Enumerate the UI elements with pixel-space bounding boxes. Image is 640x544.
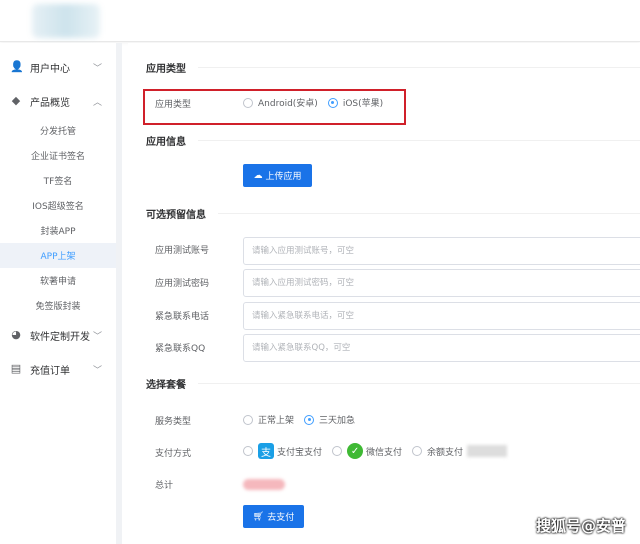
radio-circle: [243, 446, 253, 456]
section-title: 选择套餐: [146, 376, 640, 391]
cloud-upload-icon: ☁: [253, 170, 263, 181]
sub-item[interactable]: 企业证书签名: [0, 143, 116, 168]
app-type-label: 应用类型: [155, 100, 192, 110]
watermark: 搜狐号@安普: [535, 517, 626, 535]
upload-app-button[interactable]: ☁ 上传应用: [243, 164, 312, 187]
test-account-input[interactable]: [243, 237, 640, 265]
blurred-balance: [467, 445, 508, 457]
menu-label: 产品概览: [30, 97, 70, 109]
field-label: 紧急联系电话: [155, 312, 210, 322]
blurred-total: [243, 479, 285, 490]
test-password-input[interactable]: [243, 269, 640, 297]
menu-label: 充值订单: [30, 365, 70, 377]
radio-circle: [412, 446, 423, 456]
radio-circle-checked: [327, 97, 338, 108]
section-title: 应用信息: [146, 133, 640, 148]
radio-circle: [243, 414, 253, 425]
radio-ios[interactable]: iOS(苹果): [327, 96, 384, 109]
chevron-up-icon: ︿: [92, 97, 102, 108]
top-header: [0, 0, 640, 42]
service-type-label: 服务类型: [155, 417, 192, 427]
sub-item[interactable]: 免签版封装: [0, 293, 116, 318]
radio-circle-checked: [304, 414, 315, 425]
radio-wechat[interactable]: ✓ 微信支付: [332, 443, 402, 459]
emergency-qq-input[interactable]: [243, 334, 640, 362]
sub-item[interactable]: TF签名: [0, 168, 116, 193]
menu-product-overview[interactable]: ◆ 产品概览 ︿: [0, 84, 116, 118]
chevron-down-icon: ﹀: [92, 365, 102, 376]
menu-label: 用户中心: [30, 63, 70, 75]
pay-button[interactable]: 🛒︎ 去支付: [243, 505, 304, 528]
field-label: 紧急联系QQ: [155, 344, 206, 354]
radio-alipay[interactable]: 支支付宝支付: [243, 443, 322, 459]
app-type-radio-group: Android(安卓) iOS(苹果): [243, 96, 393, 109]
radio-normal[interactable]: 正常上架: [243, 413, 294, 426]
payment-radio-group: 支支付宝支付 ✓ 微信支付 余额支付: [243, 443, 517, 459]
chevron-down-icon: ﹀: [92, 331, 102, 342]
radio-label: 微信支付: [366, 447, 403, 458]
section-title: 应用类型: [146, 60, 640, 75]
section-title: 可选预留信息: [146, 206, 640, 221]
radio-circle: [243, 97, 253, 108]
alipay-icon: 支: [258, 443, 274, 459]
radio-urgent[interactable]: 三天加急: [304, 413, 355, 426]
emergency-phone-input[interactable]: [243, 302, 640, 330]
logo: [32, 4, 100, 38]
main-content: 应用类型 应用类型 Android(安卓) iOS(苹果) 应用信息 ☁ 上传应用…: [128, 43, 640, 544]
radio-label: 支付宝支付: [277, 447, 323, 458]
cube-icon: ◆: [11, 94, 21, 107]
wechat-pay-icon: ✓: [347, 443, 364, 459]
field-label: 应用测试密码: [155, 279, 210, 289]
service-radio-group: 正常上架 三天加急: [243, 413, 365, 426]
payment-label: 支付方式: [155, 449, 192, 459]
menu-recharge-orders[interactable]: ▤ 充值订单 ﹀: [0, 352, 116, 386]
sub-item[interactable]: 软著申请: [0, 268, 116, 293]
sub-item[interactable]: 封装APP: [0, 218, 116, 243]
calendar-icon: ▤: [10, 362, 22, 375]
radio-balance[interactable]: 余额支付: [412, 445, 508, 458]
sub-item[interactable]: IOS超级签名: [0, 193, 116, 218]
button-label: 上传应用: [265, 172, 302, 182]
radio-circle: [332, 446, 343, 456]
radio-android[interactable]: Android(安卓): [243, 96, 318, 109]
button-label: 去支付: [267, 513, 295, 523]
field-label: 应用测试账号: [155, 246, 210, 256]
radio-label: 三天加急: [319, 416, 356, 426]
radio-label: 余额支付: [427, 447, 464, 458]
sub-item-active[interactable]: APP上架: [0, 243, 116, 268]
menu-user-center[interactable]: 👤 用户中心 ﹀: [0, 50, 116, 84]
radio-label: Android(安卓): [258, 99, 318, 109]
radio-label: 正常上架: [258, 416, 295, 426]
user-icon: 👤: [10, 60, 24, 73]
chevron-down-icon: ﹀: [92, 63, 102, 74]
menu-custom-dev[interactable]: ◕ 软件定制开发 ﹀: [0, 318, 116, 352]
sub-item[interactable]: 分发托管: [0, 118, 116, 143]
total-label: 总计: [155, 481, 174, 491]
radio-label: iOS(苹果): [342, 99, 384, 109]
cart-icon: 🛒︎: [252, 511, 265, 522]
pie-icon: ◕: [11, 328, 21, 341]
menu-label: 软件定制开发: [30, 331, 90, 343]
sidebar: 👤 用户中心 ﹀ ◆ 产品概览 ︿ 分发托管 企业证书签名 TF签名 IOS超级签名 封…: [0, 43, 122, 544]
